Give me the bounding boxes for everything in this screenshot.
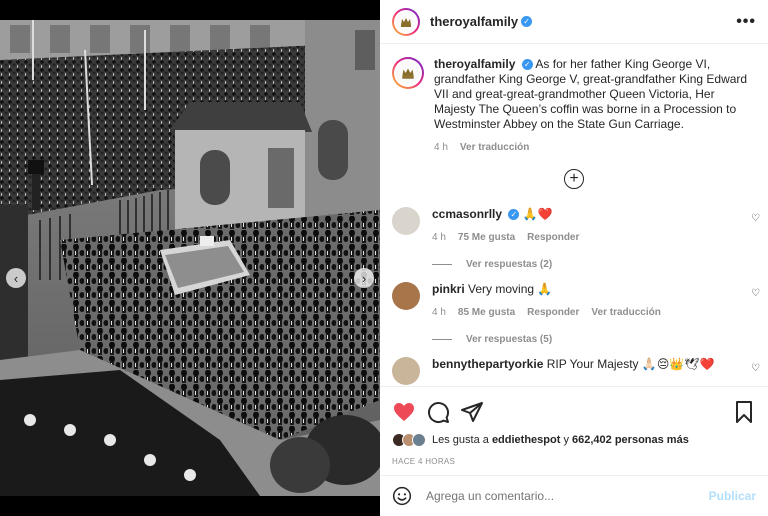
view-replies-link[interactable]: Ver respuestas (2) (432, 259, 768, 270)
comment-text: Very moving 🙏 (468, 282, 553, 296)
royal-crest-icon (396, 11, 416, 32)
share-icon[interactable] (460, 400, 484, 424)
like-heart-icon[interactable] (392, 400, 416, 424)
emoji-icon[interactable] (392, 486, 412, 506)
comment-like-heart-icon[interactable]: ♡ (751, 213, 760, 224)
caption-username[interactable]: theroyalfamily (434, 57, 515, 71)
view-replies-link[interactable]: Ver respuestas (5) (432, 334, 768, 345)
comment-composer: Publicar (380, 475, 768, 516)
likes-count-link[interactable]: 662,402 personas más (572, 434, 689, 446)
comment-username[interactable]: pinkri (432, 282, 465, 296)
liker-avatars[interactable] (392, 433, 426, 447)
publish-comment-button[interactable]: Publicar (709, 489, 756, 503)
comment-input[interactable] (426, 489, 696, 503)
comment-avatar[interactable] (392, 282, 420, 310)
post-header: theroyalfamily ✓ ••• (380, 0, 768, 44)
post-side-panel: theroyalfamily ✓ ••• theroyalfamily ✓ As… (380, 0, 768, 516)
procession-photo (0, 20, 380, 496)
comment-reply-button[interactable]: Responder (527, 230, 579, 245)
comment-username[interactable]: ccmasonrlly (432, 207, 502, 221)
comment-item: pinkri Very moving 🙏 4 h 85 Me gusta Res… (380, 270, 768, 320)
comments-list[interactable]: theroyalfamily ✓ As for her father King … (380, 45, 768, 385)
comment-avatar[interactable] (392, 207, 420, 235)
post-photo[interactable]: ‹ › (0, 20, 380, 496)
comment-reply-button[interactable]: Responder (527, 305, 579, 320)
account-avatar[interactable] (392, 7, 420, 36)
comment-time: 4 h (432, 232, 446, 243)
save-bookmark-icon[interactable] (732, 400, 756, 424)
verified-badge-icon: ✓ (521, 16, 533, 27)
likes-summary: Les gusta a eddiethespot y 662,402 perso… (392, 433, 756, 447)
royal-crest-icon (396, 61, 420, 85)
comment-translate-link[interactable]: Ver traducción (591, 305, 660, 320)
comment-like-heart-icon[interactable]: ♡ (751, 288, 760, 299)
comment-avatar[interactable] (392, 357, 420, 385)
comment-text: 🙏❤️ (522, 207, 553, 221)
replies-divider (432, 264, 452, 265)
post-caption: theroyalfamily ✓ As for her father King … (380, 45, 768, 155)
verified-badge-icon: ✓ (521, 59, 533, 71)
more-options-button[interactable]: ••• (736, 13, 756, 31)
likes-middle: y (563, 434, 569, 446)
next-photo-button[interactable]: › (354, 268, 374, 288)
likes-prefix: Les gusta a (432, 434, 489, 446)
comment-like-heart-icon[interactable]: ♡ (751, 363, 760, 374)
post-timestamp[interactable]: HACE 4 HORAS (392, 457, 756, 466)
caption-translate-link[interactable]: Ver traducción (460, 140, 529, 155)
caption-time: 4 h (434, 142, 448, 153)
comment-time: 4 h (432, 307, 446, 318)
account-username[interactable]: theroyalfamily (430, 14, 518, 29)
comment-likes[interactable]: 85 Me gusta (458, 305, 515, 320)
verified-badge-icon: ✓ (508, 209, 520, 221)
comment-likes[interactable]: 75 Me gusta (458, 230, 515, 245)
likes-user-link[interactable]: eddiethespot (492, 434, 560, 446)
comment-item: ccmasonrlly ✓ 🙏❤️ 4 h 75 Me gusta Respon… (380, 195, 768, 245)
comment-text: RIP Your Majesty 🙏🏻😔👑🕊❤️ (546, 357, 715, 371)
instagram-post-modal: ‹ › theroyalfamily ✓ ••• theroyalfamily … (0, 0, 768, 516)
comment-username[interactable]: bennythepartyorkie (432, 357, 543, 371)
comment-icon[interactable] (426, 400, 450, 424)
comment-item: bennythepartyorkie RIP Your Majesty 🙏🏻😔👑… (380, 345, 768, 385)
view-replies-label[interactable]: Ver respuestas (5) (466, 334, 552, 345)
previous-photo-button[interactable]: ‹ (6, 268, 26, 288)
replies-divider (432, 339, 452, 340)
view-replies-label[interactable]: Ver respuestas (2) (466, 259, 552, 270)
load-more-comments-button[interactable]: + (564, 169, 584, 189)
caption-avatar[interactable] (392, 57, 424, 89)
post-actions: Les gusta a eddiethespot y 662,402 perso… (380, 386, 768, 466)
liker-avatar (412, 433, 426, 447)
